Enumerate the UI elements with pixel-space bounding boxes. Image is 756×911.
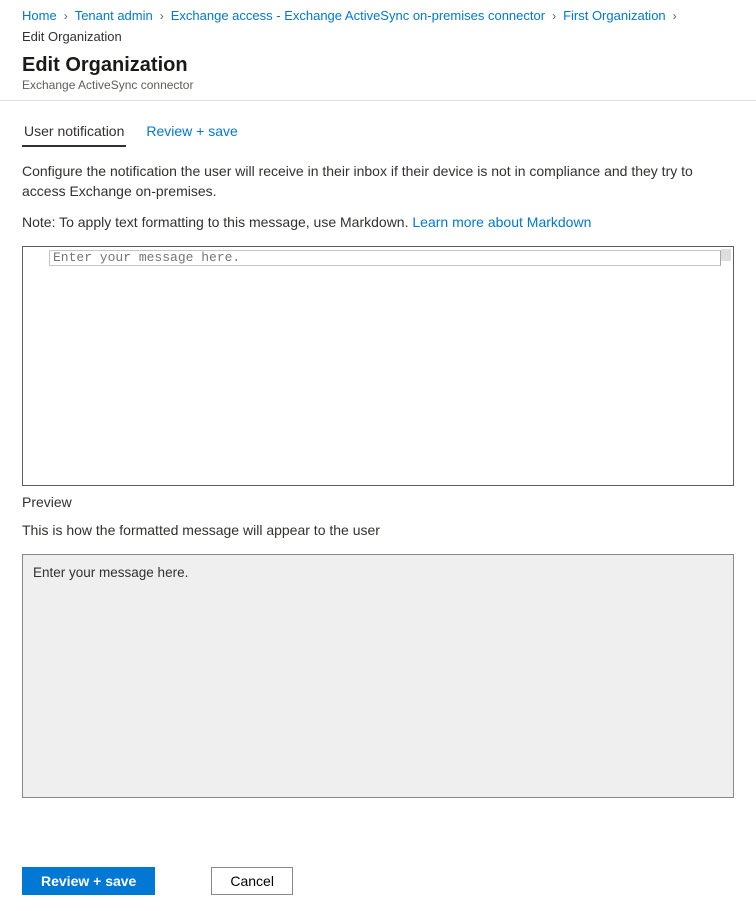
preview-content: Enter your message here. [33,565,723,580]
chevron-right-icon: › [160,9,164,23]
preview-label: Preview [22,494,734,510]
header-divider [0,100,756,101]
main-content: User notification Review + save Configur… [0,119,756,798]
tab-description: Configure the notification the user will… [22,161,734,202]
breadcrumb-current: Edit Organization [22,29,122,44]
tab-review-save[interactable]: Review + save [144,119,239,147]
breadcrumb-link-first-organization[interactable]: First Organization [563,8,666,23]
breadcrumb-link-home[interactable]: Home [22,8,57,23]
markdown-note: Note: To apply text formatting to this m… [22,214,734,230]
preview-hint: This is how the formatted message will a… [22,522,734,538]
tab-user-notification[interactable]: User notification [22,119,126,147]
breadcrumb: Home › Tenant admin › Exchange access - … [0,0,756,50]
footer-actions: Review + save Cancel [0,851,756,911]
breadcrumb-link-exchange-access[interactable]: Exchange access - Exchange ActiveSync on… [171,8,545,23]
markdown-note-text: Note: To apply text formatting to this m… [22,214,412,230]
learn-more-markdown-link[interactable]: Learn more about Markdown [412,214,591,230]
message-editor[interactable]: Enter your message here. [22,246,734,486]
chevron-right-icon: › [673,9,677,23]
page-subtitle: Exchange ActiveSync connector [22,78,734,92]
scrollbar-track[interactable] [721,249,731,261]
cancel-button[interactable]: Cancel [211,867,293,895]
review-save-button[interactable]: Review + save [22,867,155,895]
chevron-right-icon: › [64,9,68,23]
preview-box: Enter your message here. [22,554,734,798]
tabs: User notification Review + save [22,119,734,147]
chevron-right-icon: › [552,9,556,23]
page-title: Edit Organization [22,54,734,77]
breadcrumb-link-tenant-admin[interactable]: Tenant admin [75,8,153,23]
page-header: Edit Organization Exchange ActiveSync co… [0,54,756,100]
message-editor-placeholder: Enter your message here. [53,250,240,265]
